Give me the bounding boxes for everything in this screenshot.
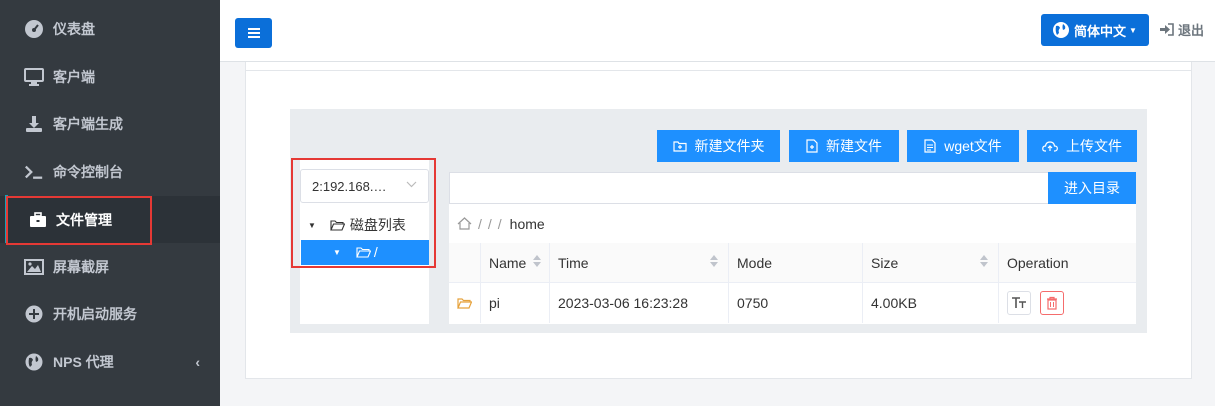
- home-icon[interactable]: [457, 217, 472, 230]
- caret-down-icon: ▼: [1129, 25, 1137, 35]
- table-cell-name[interactable]: pi: [481, 283, 550, 323]
- breadcrumb-separator: /: [497, 215, 502, 232]
- table-header-time[interactable]: Time: [550, 243, 729, 283]
- tree-node-label: 磁盘列表: [349, 217, 406, 233]
- folder-icon: [330, 220, 345, 231]
- file-download-icon: [924, 139, 936, 153]
- globe-icon: [1053, 22, 1069, 38]
- dashboard-icon: [24, 19, 44, 39]
- rename-button[interactable]: [1007, 291, 1031, 315]
- header-label: Name: [489, 254, 527, 271]
- sidebar-item-console[interactable]: 命令控制台: [0, 148, 220, 195]
- briefcase-icon: [28, 210, 48, 230]
- table-header-icon: [449, 243, 481, 283]
- monitor-icon: [24, 67, 44, 87]
- breadcrumb-separator: /: [487, 215, 492, 232]
- table-cell-mode: 0750: [729, 283, 863, 323]
- upload-file-button[interactable]: 上传文件: [1027, 130, 1137, 162]
- sidebar-item-label: 屏幕截屏: [53, 258, 109, 275]
- host-select[interactable]: 2:192.168.…: [300, 169, 429, 203]
- folder-plus-icon: [672, 141, 687, 152]
- header-label: Size: [871, 254, 899, 271]
- table-cell-time: 2023-03-06 16:23:28: [550, 283, 729, 323]
- sidebar-item-label: 开机启动服务: [53, 305, 137, 322]
- cloud-upload-icon: [1042, 141, 1058, 152]
- sort-icon[interactable]: [710, 255, 718, 267]
- sign-out-icon: [1160, 23, 1174, 36]
- caret-down-icon: ▼: [333, 247, 341, 257]
- folder-open-icon: [356, 247, 371, 258]
- tree-node-label: /: [373, 244, 378, 260]
- table-header-size[interactable]: Size: [863, 243, 999, 283]
- sidebar-item-dashboard[interactable]: 仪表盘: [0, 5, 220, 52]
- logout-label: 退出: [1178, 23, 1205, 38]
- wget-file-button[interactable]: wget文件: [907, 130, 1019, 162]
- sidebar-item-screenshot[interactable]: 屏幕截屏: [0, 243, 220, 290]
- header-label: Operation: [1007, 254, 1069, 271]
- terminal-icon: [24, 162, 44, 182]
- menu-toggle-button[interactable]: [235, 18, 272, 48]
- sidebar-item-startup-service[interactable]: 开机启动服务: [0, 290, 220, 337]
- file-table: Name Time Mode Size Operation pi 2023-03…: [449, 243, 1136, 324]
- sidebar-item-clients[interactable]: 客户端: [0, 53, 220, 100]
- image-icon: [24, 257, 44, 277]
- active-indicator: [5, 195, 8, 243]
- tree-node-disk-list[interactable]: ▼ 磁盘列表: [308, 215, 406, 235]
- table-header-mode: Mode: [729, 243, 863, 283]
- sidebar: 仪表盘 客户端 客户端生成 命令控制台 文件管理 屏幕截屏 开机启动服务 NPS…: [0, 0, 220, 406]
- header-label: Time: [558, 254, 589, 271]
- wget-file-label: wget文件: [944, 138, 1002, 154]
- divider: [246, 70, 1191, 71]
- table-cell-icon: [449, 283, 481, 323]
- sidebar-item-client-build[interactable]: 客户端生成: [0, 100, 220, 147]
- file-plus-icon: [806, 139, 818, 153]
- sidebar-item-label: 命令控制台: [53, 163, 123, 180]
- header-label: Mode: [737, 254, 773, 271]
- table-header-operation: Operation: [999, 243, 1136, 283]
- directory-path-input[interactable]: [449, 172, 1049, 204]
- chevron-left-icon[interactable]: ‹: [195, 354, 200, 370]
- sidebar-item-label: NPS 代理: [53, 353, 114, 370]
- folder-open-icon: [457, 298, 472, 309]
- download-icon: [24, 114, 44, 134]
- sort-icon[interactable]: [533, 255, 541, 267]
- tree-node-root[interactable]: ▼ /: [333, 244, 378, 260]
- logout-button[interactable]: 退出: [1159, 20, 1204, 39]
- host-select-value: 2:192.168.…: [312, 178, 387, 194]
- sidebar-item-file-manager[interactable]: 文件管理: [0, 196, 220, 243]
- globe-icon: [24, 352, 44, 372]
- sidebar-item-label: 客户端: [53, 68, 95, 85]
- table-header-name[interactable]: Name: [481, 243, 550, 283]
- enter-directory-button[interactable]: 进入目录: [1048, 172, 1136, 204]
- sidebar-item-nps-proxy[interactable]: NPS 代理 ‹: [0, 338, 220, 385]
- sort-icon[interactable]: [980, 255, 988, 267]
- sidebar-item-label: 仪表盘: [53, 20, 95, 37]
- trash-icon: [1047, 296, 1057, 310]
- language-button[interactable]: 简体中文 ▼: [1041, 14, 1149, 46]
- breadcrumb-separator: /: [478, 215, 482, 232]
- new-folder-button[interactable]: 新建文件夹: [657, 130, 780, 162]
- sidebar-item-label: 文件管理: [56, 211, 112, 228]
- breadcrumb-current[interactable]: home: [510, 216, 545, 232]
- plus-circle-icon: [24, 304, 44, 324]
- chevron-down-icon: [406, 179, 417, 191]
- topbar: 简体中文 ▼ 退出: [220, 0, 1215, 62]
- caret-down-icon: ▼: [308, 220, 316, 230]
- text-format-icon: [1012, 297, 1026, 308]
- hamburger-icon: [247, 28, 260, 38]
- breadcrumb: / / / home: [449, 204, 1136, 243]
- table-cell-size: 4.00KB: [863, 283, 999, 323]
- language-label: 简体中文: [1074, 23, 1127, 39]
- new-file-label: 新建文件: [826, 138, 882, 154]
- delete-button[interactable]: [1040, 291, 1064, 315]
- upload-file-label: 上传文件: [1066, 138, 1122, 154]
- table-cell-operation: [999, 283, 1136, 323]
- new-folder-label: 新建文件夹: [694, 138, 765, 154]
- new-file-button[interactable]: 新建文件: [789, 130, 899, 162]
- sidebar-item-label: 客户端生成: [53, 115, 123, 132]
